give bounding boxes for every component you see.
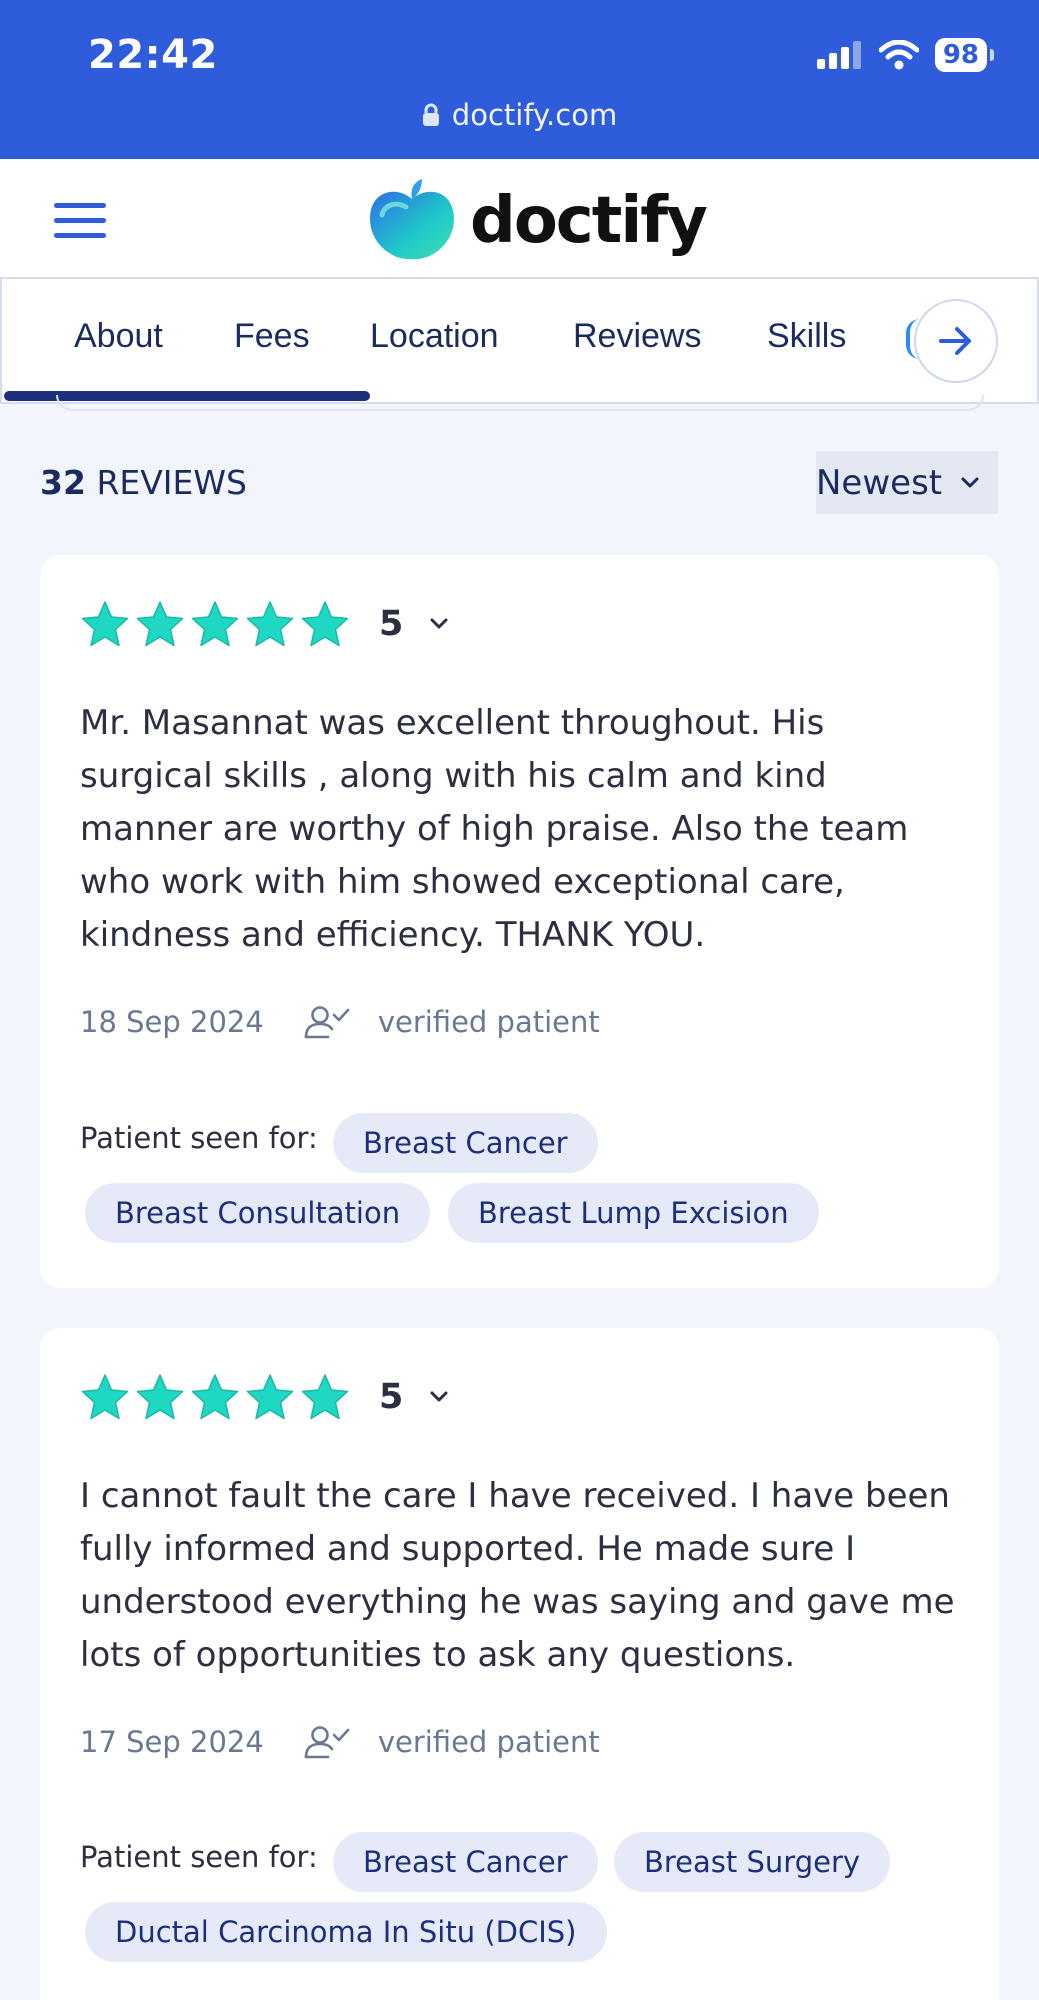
review-date: 17 Sep 2024 [80, 1725, 264, 1759]
review-date: 18 Sep 2024 [80, 1005, 264, 1039]
site-header: doctify [0, 159, 1039, 279]
tab-location[interactable]: Location [370, 317, 499, 356]
review-card: 5 Mr. Masannat was excellent throughout.… [40, 555, 999, 1288]
review-text: I cannot fault the care I have received.… [80, 1476, 955, 1675]
star-icon [246, 601, 294, 647]
rating-row: 5 [80, 1373, 449, 1421]
review-meta: 17 Sep 2024 verified patient [80, 1725, 600, 1759]
verified-user-icon [304, 1006, 350, 1039]
wifi-icon [878, 40, 919, 70]
chevron-down-icon [961, 477, 979, 487]
status-bar: 22:42 98 doctify.com [0, 0, 1039, 159]
condition-tag[interactable]: Breast Surgery [614, 1832, 891, 1892]
reviews-count-number: 32 [40, 463, 86, 502]
tab-reviews[interactable]: Reviews [573, 317, 701, 356]
menu-icon[interactable] [54, 203, 106, 239]
star-icon [191, 601, 239, 647]
apple-logo-icon [370, 179, 454, 260]
arrow-right-icon [939, 327, 971, 355]
seen-for-label: Patient seen for: [80, 1121, 318, 1155]
star-icon [81, 601, 129, 647]
rating-breakdown-chevron-icon[interactable] [429, 1390, 449, 1404]
reviews-count: 32 REVIEWS [40, 463, 247, 502]
section-tabs: About Fees Location Reviews Skills [0, 279, 1039, 404]
star-icon [81, 1374, 129, 1420]
tab-about[interactable]: About [74, 317, 163, 356]
brand-name: doctify [470, 184, 708, 258]
verified-label: verified patient [377, 1725, 600, 1759]
rating-row: 5 [80, 600, 449, 648]
rating-value: 5 [379, 1377, 404, 1417]
rating-value: 5 [379, 604, 404, 644]
seen-for-label: Patient seen for: [80, 1840, 318, 1874]
reviews-count-label: REVIEWS [96, 463, 247, 502]
doctify-logo[interactable]: doctify [366, 179, 708, 263]
star-icon [191, 1374, 239, 1420]
verified-label: verified patient [377, 1005, 600, 1039]
review-text: Mr. Masannat was excellent throughout. H… [80, 703, 909, 955]
verified-user-icon [304, 1726, 350, 1759]
condition-tag[interactable]: Ductal Carcinoma In Situ (DCIS) [85, 1902, 607, 1962]
star-icon [301, 1374, 349, 1420]
rating-breakdown-chevron-icon[interactable] [429, 617, 449, 631]
condition-tag[interactable]: Breast Lump Excision [448, 1183, 819, 1243]
tab-skills[interactable]: Skills [767, 317, 846, 356]
tabs-next-button[interactable] [914, 299, 998, 383]
condition-tag[interactable]: Breast Cancer [333, 1113, 598, 1173]
review-card: 5 I cannot fault the care I have receive… [40, 1328, 999, 2000]
star-icon [246, 1374, 294, 1420]
lock-icon [422, 103, 439, 126]
review-meta: 18 Sep 2024 verified patient [80, 1005, 600, 1039]
battery-indicator: 98 [934, 38, 995, 72]
condition-tag[interactable]: Breast Cancer [333, 1832, 598, 1892]
url-text: doctify.com [451, 98, 618, 132]
star-icon [136, 601, 184, 647]
url-bar[interactable]: doctify.com [0, 98, 1039, 132]
star-icon [136, 1374, 184, 1420]
sort-dropdown[interactable]: Newest [816, 451, 998, 514]
condition-tag[interactable]: Breast Consultation [85, 1183, 431, 1243]
signal-icon [816, 41, 861, 69]
divider [56, 395, 984, 411]
status-icons: 98 [816, 38, 995, 72]
tab-fees[interactable]: Fees [234, 317, 310, 356]
status-time: 22:42 [88, 32, 218, 78]
star-icon [301, 601, 349, 647]
sort-selected-value: Newest [816, 462, 943, 503]
